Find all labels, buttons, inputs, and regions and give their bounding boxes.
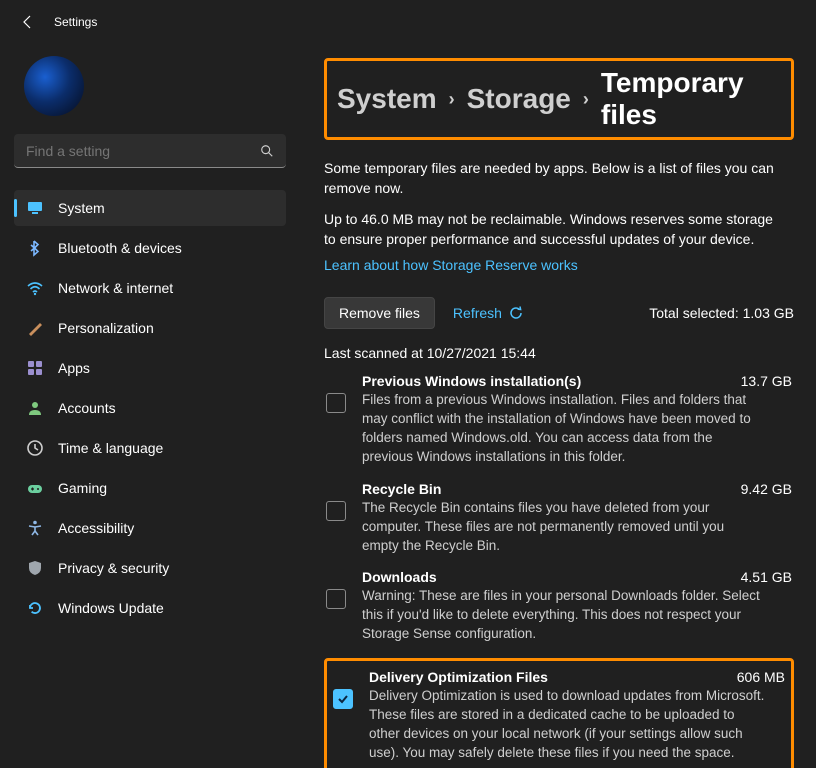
breadcrumb-storage[interactable]: Storage bbox=[467, 83, 571, 115]
nav-item-time-language[interactable]: Time & language bbox=[14, 430, 286, 466]
bluetooth-icon bbox=[26, 239, 44, 257]
file-checkbox[interactable] bbox=[333, 689, 353, 709]
nav-item-privacy-security[interactable]: Privacy & security bbox=[14, 550, 286, 586]
storage-reserve-link[interactable]: Learn about how Storage Reserve works bbox=[324, 257, 794, 273]
back-icon[interactable] bbox=[20, 14, 36, 30]
file-title: Downloads bbox=[362, 569, 437, 585]
nav-label: Network & internet bbox=[58, 280, 173, 296]
file-title: Recycle Bin bbox=[362, 481, 441, 497]
nav-item-bluetooth-devices[interactable]: Bluetooth & devices bbox=[14, 230, 286, 266]
nav-item-windows-update[interactable]: Windows Update bbox=[14, 590, 286, 626]
clock-icon bbox=[26, 439, 44, 457]
file-size: 9.42 GB bbox=[741, 481, 792, 497]
display-icon bbox=[26, 199, 44, 217]
titlebar: Settings bbox=[0, 0, 816, 44]
refresh-icon bbox=[508, 305, 524, 321]
reserve-text: Up to 46.0 MB may not be reclaimable. Wi… bbox=[324, 209, 784, 250]
file-item: Delivery Optimization Files 606 MB Deliv… bbox=[324, 658, 794, 768]
chevron-right-icon: › bbox=[583, 89, 589, 110]
nav-label: Bluetooth & devices bbox=[58, 240, 182, 256]
file-description: Warning: These are files in your persona… bbox=[362, 587, 762, 644]
total-selected: Total selected: 1.03 GB bbox=[649, 305, 794, 321]
file-title: Delivery Optimization Files bbox=[369, 669, 548, 685]
breadcrumb-current: Temporary files bbox=[601, 67, 781, 131]
nav-label: System bbox=[58, 200, 105, 216]
nav-label: Windows Update bbox=[58, 600, 164, 616]
search-input[interactable] bbox=[26, 143, 260, 159]
nav-label: Personalization bbox=[58, 320, 154, 336]
nav-item-accessibility[interactable]: Accessibility bbox=[14, 510, 286, 546]
action-row: Remove files Refresh Total selected: 1.0… bbox=[324, 297, 794, 329]
nav-label: Privacy & security bbox=[58, 560, 169, 576]
file-size: 4.51 GB bbox=[741, 569, 792, 585]
breadcrumb-system[interactable]: System bbox=[337, 83, 437, 115]
apps-icon bbox=[26, 359, 44, 377]
gaming-icon bbox=[26, 479, 44, 497]
nav-label: Gaming bbox=[58, 480, 107, 496]
main-content: System › Storage › Temporary files Some … bbox=[300, 44, 816, 768]
wifi-icon bbox=[26, 279, 44, 297]
brush-icon bbox=[26, 319, 44, 337]
file-size: 606 MB bbox=[737, 669, 785, 685]
remove-files-button[interactable]: Remove files bbox=[324, 297, 435, 329]
file-description: Delivery Optimization is used to downloa… bbox=[369, 687, 769, 763]
search-box[interactable] bbox=[14, 134, 286, 168]
file-description: The Recycle Bin contains files you have … bbox=[362, 499, 762, 556]
file-size: 13.7 GB bbox=[741, 373, 792, 389]
file-list: Previous Windows installation(s) 13.7 GB… bbox=[324, 373, 794, 768]
nav-item-accounts[interactable]: Accounts bbox=[14, 390, 286, 426]
titlebar-title: Settings bbox=[54, 15, 97, 29]
chevron-right-icon: › bbox=[449, 89, 455, 110]
nav-item-network-internet[interactable]: Network & internet bbox=[14, 270, 286, 306]
intro-text: Some temporary files are needed by apps.… bbox=[324, 158, 784, 199]
nav-label: Apps bbox=[58, 360, 90, 376]
breadcrumb: System › Storage › Temporary files bbox=[324, 58, 794, 140]
file-item: Downloads 4.51 GB Warning: These are fil… bbox=[324, 569, 794, 644]
refresh-label: Refresh bbox=[453, 305, 502, 321]
nav-item-personalization[interactable]: Personalization bbox=[14, 310, 286, 346]
person-icon bbox=[26, 399, 44, 417]
shield-icon bbox=[26, 559, 44, 577]
nav-item-gaming[interactable]: Gaming bbox=[14, 470, 286, 506]
nav-label: Time & language bbox=[58, 440, 163, 456]
nav-label: Accessibility bbox=[58, 520, 134, 536]
refresh-button[interactable]: Refresh bbox=[453, 305, 524, 321]
file-item: Recycle Bin 9.42 GB The Recycle Bin cont… bbox=[324, 481, 794, 556]
last-scanned: Last scanned at 10/27/2021 15:44 bbox=[324, 345, 794, 361]
nav-label: Accounts bbox=[58, 400, 116, 416]
nav: System Bluetooth & devices Network & int… bbox=[14, 190, 286, 626]
file-checkbox[interactable] bbox=[326, 589, 346, 609]
search-icon bbox=[260, 144, 274, 158]
file-item: Previous Windows installation(s) 13.7 GB… bbox=[324, 373, 794, 467]
nav-item-apps[interactable]: Apps bbox=[14, 350, 286, 386]
avatar[interactable] bbox=[24, 56, 84, 116]
nav-item-system[interactable]: System bbox=[14, 190, 286, 226]
file-title: Previous Windows installation(s) bbox=[362, 373, 581, 389]
file-checkbox[interactable] bbox=[326, 501, 346, 521]
file-description: Files from a previous Windows installati… bbox=[362, 391, 762, 467]
update-icon bbox=[26, 599, 44, 617]
file-checkbox[interactable] bbox=[326, 393, 346, 413]
sidebar: System Bluetooth & devices Network & int… bbox=[0, 44, 300, 768]
accessibility-icon bbox=[26, 519, 44, 537]
